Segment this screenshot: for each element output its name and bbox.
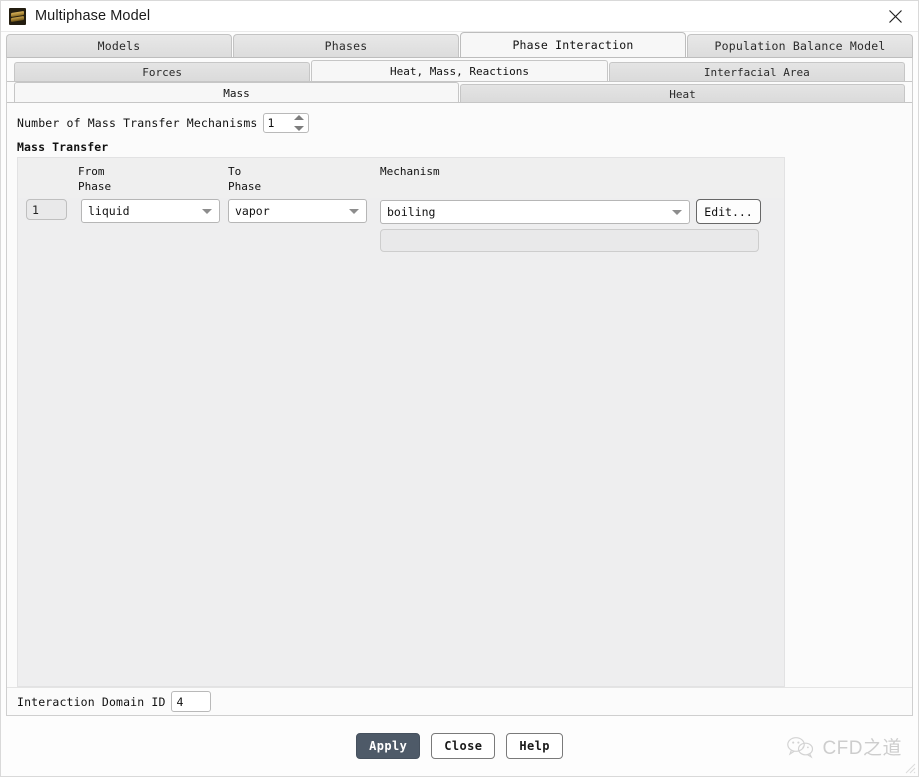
close-button[interactable]: Close bbox=[431, 733, 496, 759]
interaction-domain-id-label: Interaction Domain ID bbox=[17, 694, 166, 709]
tab-models-label: Models bbox=[97, 39, 141, 53]
watermark-text: CFD之道 bbox=[822, 738, 902, 759]
from-phase-value: liquid bbox=[88, 204, 130, 218]
stepper-arrows[interactable] bbox=[293, 115, 305, 131]
edit-button-label: Edit... bbox=[704, 204, 753, 219]
primary-tab-bar: Models Phases Phase Interaction Populati… bbox=[1, 32, 918, 57]
table-row: 1 liquid vapor boiling Edit... bbox=[18, 198, 784, 252]
interaction-domain-row: Interaction Domain ID 4 bbox=[7, 687, 912, 715]
tab-models[interactable]: Models bbox=[6, 34, 232, 57]
close-icon[interactable] bbox=[872, 1, 918, 32]
to-phase-dropdown[interactable]: vapor bbox=[228, 199, 367, 223]
row-index-field[interactable]: 1 bbox=[26, 199, 67, 220]
interaction-domain-id-value: 4 bbox=[176, 694, 184, 709]
to-phase-cell: vapor bbox=[228, 199, 380, 223]
chevron-down-icon[interactable] bbox=[202, 209, 212, 214]
resize-grip-icon[interactable] bbox=[902, 760, 916, 774]
chevron-down-icon[interactable] bbox=[349, 209, 359, 214]
mechanism-dropdown[interactable]: boiling bbox=[380, 199, 690, 224]
chevron-down-icon[interactable] bbox=[293, 126, 304, 131]
tab-population-balance-model-label: Population Balance Model bbox=[714, 39, 886, 53]
tab-phases-label: Phases bbox=[324, 39, 368, 53]
mechanism-count-stepper[interactable]: 1 bbox=[262, 113, 309, 133]
table-header-row: From Phase To Phase Mechanism bbox=[18, 158, 784, 198]
column-header-to-phase: To Phase bbox=[228, 165, 262, 193]
tab-forces-label: Forces bbox=[142, 66, 183, 79]
phase-interaction-panel: Forces Heat, Mass, Reactions Interfacial… bbox=[6, 57, 913, 716]
tab-heat[interactable]: Heat bbox=[460, 84, 905, 103]
close-button-label: Close bbox=[444, 739, 483, 753]
chevron-up-icon[interactable] bbox=[293, 115, 304, 120]
row-index-cell: 1 bbox=[18, 199, 76, 220]
mechanism-value: boiling bbox=[387, 204, 436, 219]
tab-heat-mass-reactions-label: Heat, Mass, Reactions bbox=[389, 65, 530, 78]
tab-phases[interactable]: Phases bbox=[233, 34, 459, 57]
tab-population-balance-model[interactable]: Population Balance Model bbox=[687, 34, 913, 57]
mechanism-row: boiling Edit... bbox=[380, 199, 768, 224]
interaction-domain-id-input[interactable]: 4 bbox=[170, 691, 211, 712]
tertiary-tab-bar: Mass Heat bbox=[7, 81, 912, 103]
chevron-down-icon[interactable] bbox=[672, 209, 682, 215]
row-index-value: 1 bbox=[32, 202, 39, 217]
multiphase-model-dialog: Multiphase Model Models Phases Phase Int… bbox=[0, 0, 919, 777]
column-header-from-phase: From Phase bbox=[78, 165, 112, 193]
tab-mass-label: Mass bbox=[223, 86, 250, 100]
mechanism-count-row: Number of Mass Transfer Mechanisms 1 bbox=[7, 112, 912, 134]
mechanism-count-label: Number of Mass Transfer Mechanisms bbox=[17, 116, 258, 130]
column-header-mechanism: Mechanism bbox=[380, 165, 440, 178]
from-phase-dropdown[interactable]: liquid bbox=[81, 199, 220, 223]
window-title: Multiphase Model bbox=[35, 8, 151, 24]
tab-phase-interaction[interactable]: Phase Interaction bbox=[460, 32, 686, 57]
mechanism-detail-field[interactable] bbox=[380, 229, 759, 252]
watermark: CFD之道 bbox=[786, 733, 902, 760]
layers-icon bbox=[9, 7, 26, 25]
tab-mass[interactable]: Mass bbox=[14, 82, 459, 103]
dialog-footer: Apply Close Help CFD之道 bbox=[1, 716, 918, 776]
tab-interfacial-area[interactable]: Interfacial Area bbox=[608, 62, 905, 82]
tab-heat-label: Heat bbox=[669, 87, 696, 101]
wechat-icon bbox=[787, 736, 814, 759]
apply-button[interactable]: Apply bbox=[356, 733, 421, 759]
help-button-label: Help bbox=[519, 739, 550, 753]
column-header-index bbox=[18, 164, 76, 194]
from-phase-cell: liquid bbox=[76, 199, 228, 223]
tab-heat-mass-reactions[interactable]: Heat, Mass, Reactions bbox=[311, 60, 608, 82]
mass-transfer-list: From Phase To Phase Mechanism 1 liquid v… bbox=[17, 157, 785, 687]
apply-button-label: Apply bbox=[369, 739, 408, 753]
mass-transfer-heading: Mass Transfer bbox=[17, 140, 109, 154]
tab-forces[interactable]: Forces bbox=[14, 62, 311, 82]
secondary-tab-bar: Forces Heat, Mass, Reactions Interfacial… bbox=[7, 58, 912, 82]
tab-phase-interaction-label: Phase Interaction bbox=[512, 38, 634, 52]
title-bar: Multiphase Model bbox=[1, 1, 918, 32]
mechanism-count-value: 1 bbox=[267, 116, 275, 130]
to-phase-value: vapor bbox=[235, 204, 270, 218]
tab-interfacial-area-label: Interfacial Area bbox=[703, 66, 810, 79]
mechanism-cell: boiling Edit... bbox=[380, 199, 768, 252]
edit-button[interactable]: Edit... bbox=[696, 199, 761, 224]
help-button[interactable]: Help bbox=[506, 733, 563, 759]
mass-transfer-body: Number of Mass Transfer Mechanisms 1 Mas… bbox=[7, 102, 912, 715]
